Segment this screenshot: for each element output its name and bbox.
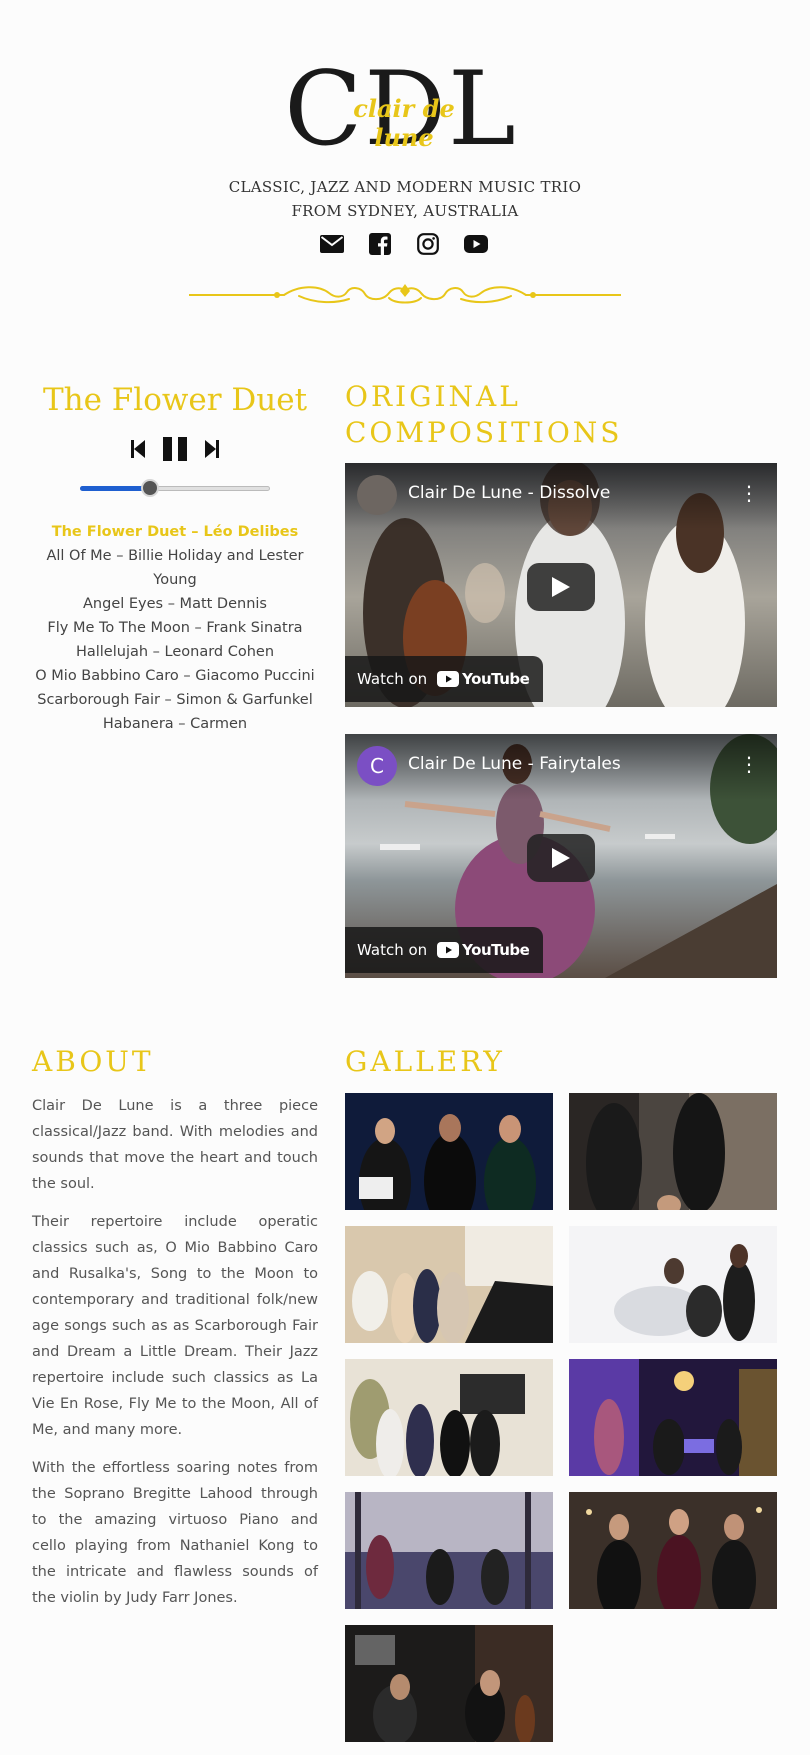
video-menu-icon[interactable]: ⋮ — [739, 754, 759, 774]
gallery-photo-image — [569, 1093, 777, 1210]
section-title-about: ABOUT — [32, 1045, 154, 1078]
gallery-photo[interactable] — [569, 1093, 777, 1210]
site-logo[interactable]: CDL clair de lune — [268, 59, 534, 161]
watch-on-label: Watch on — [357, 941, 428, 959]
gallery-photo[interactable] — [345, 1226, 553, 1343]
watch-on-youtube-button[interactable]: Watch on YouTube — [345, 927, 544, 973]
progress-handle[interactable] — [141, 479, 160, 497]
video-play-button[interactable] — [527, 563, 595, 611]
progress-fill — [80, 486, 151, 491]
playlist-track[interactable]: Habanera – Carmen — [32, 712, 318, 736]
youtube-logo: YouTube — [437, 670, 530, 688]
youtube-icon — [437, 942, 460, 958]
gallery-photo-image — [345, 1359, 553, 1476]
gallery-photo[interactable] — [345, 1625, 553, 1742]
pause-button[interactable] — [163, 437, 187, 461]
video-menu-icon[interactable]: ⋮ — [739, 483, 759, 503]
youtube-logo-text: YouTube — [462, 670, 530, 688]
gallery-photo-image — [345, 1093, 553, 1210]
video-title[interactable]: Clair De Lune - Dissolve — [408, 483, 610, 503]
gallery-photo[interactable] — [345, 1492, 553, 1609]
email-icon — [320, 235, 344, 253]
playlist-track[interactable]: O Mio Babbino Caro – Giacomo Puccini — [32, 664, 318, 688]
play-icon — [552, 577, 570, 597]
section-title-line-1: ORIGINAL — [345, 380, 521, 413]
gallery-photo-image — [569, 1359, 777, 1476]
logo-script: clair de lune — [353, 94, 455, 152]
video-play-button[interactable] — [527, 834, 595, 882]
skip-previous-icon — [131, 440, 145, 458]
youtube-link[interactable] — [462, 231, 490, 257]
tagline-line-1: CLASSIC, JAZZ AND MODERN MUSIC TRIO — [228, 178, 582, 196]
gallery-photo[interactable] — [345, 1093, 553, 1210]
playlist-track[interactable]: The Flower Duet – Léo Delibes — [32, 520, 318, 544]
watch-on-youtube-button[interactable]: Watch on YouTube — [345, 656, 544, 702]
watch-on-label: Watch on — [357, 670, 428, 688]
youtube-logo-text: YouTube — [462, 941, 530, 959]
gallery-photo[interactable] — [569, 1226, 777, 1343]
playlist-track[interactable]: All Of Me – Billie Holiday and Lester Yo… — [32, 544, 318, 592]
playlist-track[interactable]: Scarborough Fair – Simon & Garfunkel — [32, 688, 318, 712]
channel-avatar[interactable]: C — [357, 746, 397, 786]
about-paragraph: Clair De Lune is a three piece classical… — [32, 1098, 318, 1192]
section-title-line-2: COMPOSITIONS — [345, 416, 623, 449]
youtube-icon — [437, 671, 460, 687]
gallery-photo-image — [345, 1226, 553, 1343]
gallery-photo-image — [345, 1625, 553, 1742]
playlist-track[interactable]: Angel Eyes – Matt Dennis — [32, 592, 318, 616]
tagline-line-2: FROM SYDNEY, AUSTRALIA — [291, 202, 519, 220]
email-link[interactable] — [318, 231, 346, 257]
player-track-title: The Flower Duet — [42, 382, 308, 418]
channel-avatar[interactable] — [357, 475, 397, 515]
youtube-icon — [464, 235, 488, 253]
instagram-icon — [417, 233, 439, 255]
about-text: Clair De Lune is a three piece classical… — [32, 1093, 318, 1623]
tagline: CLASSIC, JAZZ AND MODERN MUSIC TRIO FROM… — [200, 175, 610, 223]
pause-icon — [163, 437, 187, 461]
gallery-photo-image — [345, 1492, 553, 1609]
about-paragraph: With the effortless soaring notes from t… — [32, 1460, 318, 1606]
next-track-button[interactable] — [205, 440, 219, 458]
youtube-logo: YouTube — [437, 941, 530, 959]
gallery-photo-image — [569, 1226, 777, 1343]
previous-track-button[interactable] — [131, 440, 145, 458]
section-title-gallery: GALLERY — [345, 1045, 505, 1078]
progress-slider[interactable] — [80, 478, 270, 498]
play-icon — [552, 848, 570, 868]
video-header: Clair De Lune - Dissolve ⋮ — [345, 463, 777, 529]
playlist-track[interactable]: Hallelujah – Leonard Cohen — [32, 640, 318, 664]
playlist: The Flower Duet – Léo Delibes All Of Me –… — [32, 520, 318, 736]
gallery-photo-image — [569, 1492, 777, 1609]
player-controls — [32, 434, 318, 464]
gallery-photo[interactable] — [569, 1492, 777, 1609]
about-paragraph: Their repertoire include operatic classi… — [32, 1214, 318, 1438]
playlist-track[interactable]: Fly Me To The Moon – Frank Sinatra — [32, 616, 318, 640]
video-title[interactable]: Clair De Lune - Fairytales — [408, 754, 621, 774]
ornamental-divider — [189, 284, 621, 304]
skip-next-icon — [205, 440, 219, 458]
facebook-link[interactable] — [366, 231, 394, 257]
video-embed-dissolve[interactable]: Clair De Lune - Dissolve ⋮ Watch on YouT… — [345, 463, 777, 707]
section-title-original-compositions: ORIGINAL COMPOSITIONS — [345, 379, 785, 451]
gallery-photo[interactable] — [345, 1359, 553, 1476]
video-header: C Clair De Lune - Fairytales ⋮ — [345, 734, 777, 800]
gallery-photo[interactable] — [569, 1359, 777, 1476]
instagram-link[interactable] — [414, 231, 442, 257]
social-links — [318, 231, 490, 257]
facebook-icon — [369, 233, 391, 255]
video-embed-fairytales[interactable]: C Clair De Lune - Fairytales ⋮ Watch on … — [345, 734, 777, 978]
audio-player: The Flower Duet The Flower Duet – Léo De… — [32, 378, 318, 736]
